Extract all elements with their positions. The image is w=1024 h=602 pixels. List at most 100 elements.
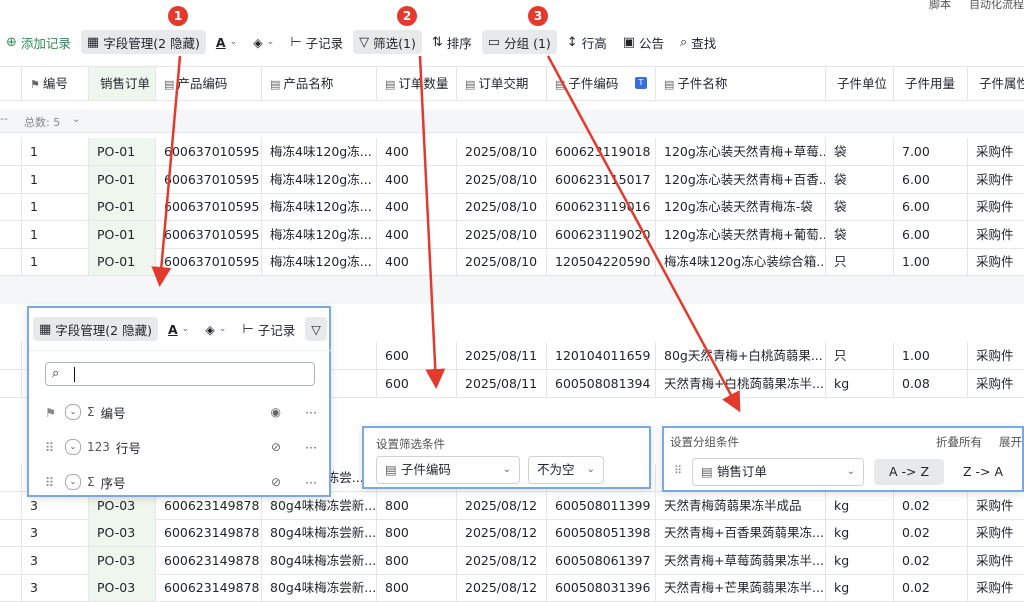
table-cell[interactable]: 梅冻4味120g冻... [262, 248, 377, 275]
table-cell[interactable]: 120g冻心装天然青梅+葡萄... [656, 220, 826, 248]
filter-field-select[interactable]: ▤ 子件编码 ⌄ [376, 456, 520, 484]
table-cell[interactable]: 600 [377, 342, 457, 369]
table-cell[interactable]: 天然青梅+百香果蒟蒻果冻... [656, 519, 826, 546]
column-header[interactable]: ▤ 订单数量 [377, 67, 457, 100]
table-cell[interactable]: kg [826, 491, 894, 519]
panel-field-manage-button[interactable]: ▦ 字段管理(2 隐藏) [33, 317, 158, 341]
table-cell[interactable]: 600623115017 [547, 165, 656, 193]
more-icon[interactable]: ··· [305, 405, 317, 420]
table-cell[interactable]: kg [826, 369, 894, 397]
table-cell[interactable]: 1 [22, 248, 89, 275]
table-cell[interactable]: 采购件 [968, 166, 1024, 193]
table-cell[interactable]: 400 [377, 165, 457, 193]
table-cell[interactable]: 1.00 [894, 248, 968, 275]
table-cell[interactable]: 120104011659 [547, 342, 656, 369]
table-cell[interactable]: 2025/08/12 [457, 519, 547, 546]
table-cell[interactable]: 只 [826, 248, 894, 275]
panel-text-color-button[interactable]: A ⌄ [162, 317, 195, 341]
table-cell[interactable]: 400 [377, 138, 457, 165]
column-header[interactable]: ▤ 产品编码 [156, 67, 262, 100]
table-cell[interactable]: 袋 [826, 220, 894, 248]
table-cell[interactable]: 天然青梅+白桃蒟蒻果冻半... [656, 369, 826, 397]
eye-off-icon[interactable]: ⊘ [271, 475, 281, 489]
table-cell[interactable]: PO-01 [89, 138, 156, 165]
table-cell[interactable]: PO-01 [89, 220, 156, 248]
table-cell[interactable]: 400 [377, 193, 457, 220]
table-cell[interactable]: 120g冻心装天然青梅+草莓... [656, 138, 826, 165]
table-cell[interactable]: 600623119016 [547, 193, 656, 220]
table-cell[interactable]: 800 [377, 519, 457, 546]
column-header[interactable]: 子件用量 [894, 67, 968, 100]
table-cell[interactable]: 梅冻4味120g冻心装综合箱... [656, 248, 826, 275]
table-cell[interactable]: 1 [22, 138, 89, 165]
table-cell[interactable]: 120504220590 [547, 248, 656, 275]
table-cell[interactable]: 2025/08/12 [457, 546, 547, 574]
table-cell[interactable]: 80g4味梅冻尝新... [262, 546, 377, 574]
table-cell[interactable]: 1 [22, 165, 89, 193]
add-record-button[interactable]: ⊕ 添加记录 [0, 30, 77, 54]
table-cell[interactable]: 600637010595 [156, 193, 262, 220]
table-cell[interactable]: 2025/08/10 [457, 220, 547, 248]
drag-handle-icon[interactable]: ⠿ [45, 440, 59, 455]
table-cell[interactable]: 梅冻4味120g冻... [262, 138, 377, 165]
script-menu[interactable]: 脚本 [929, 0, 951, 11]
table-cell[interactable]: 采购件 [968, 248, 1024, 275]
table-cell[interactable]: 2025/08/10 [457, 248, 547, 275]
sub-record-button[interactable]: ⊢ 子记录 [284, 30, 349, 54]
find-button[interactable]: ⌕ 查找 [674, 30, 722, 54]
table-row[interactable]: 1 PO-01 600637010595 梅冻4味120g冻... 400 2025/08… [0, 138, 1024, 166]
field-manage-button[interactable]: ▦ 字段管理(2 隐藏) [80, 30, 206, 54]
table-cell[interactable]: 600508011399 [547, 491, 656, 519]
table-cell[interactable]: 采购件 [968, 370, 1024, 397]
table-cell[interactable]: 600637010595 [156, 248, 262, 275]
table-cell[interactable]: 采购件 [968, 193, 1024, 220]
table-cell[interactable]: 600637010595 [156, 165, 262, 193]
column-header[interactable]: ⚑ 编号 [22, 67, 89, 100]
automation-menu[interactable]: 自动化流程 [969, 0, 1024, 11]
sort-asc-button[interactable]: A -> Z [874, 459, 944, 485]
table-cell[interactable]: 只 [826, 342, 894, 369]
table-row[interactable]: 1 PO-01 600637010595 梅冻4味120g冻... 400 2025/08… [0, 220, 1024, 249]
panel-sub-record-button[interactable]: ⊢ 子记录 [236, 317, 301, 341]
table-cell[interactable]: 0.02 [894, 491, 968, 519]
filter-operator-select[interactable]: 不为空 ⌄ [528, 456, 604, 484]
table-cell[interactable]: 6.00 [894, 165, 968, 193]
drag-handle-icon[interactable]: ⠿ [45, 475, 59, 490]
table-cell[interactable]: 天然青梅+草莓蒟蒻果冻半... [656, 546, 826, 574]
table-cell[interactable]: PO-01 [89, 165, 156, 193]
table-cell[interactable]: 2025/08/10 [457, 165, 547, 193]
table-cell[interactable]: 采购件 [968, 547, 1024, 574]
table-cell[interactable]: 采购件 [968, 138, 1024, 165]
table-cell[interactable]: 2025/08/10 [457, 138, 547, 165]
table-cell[interactable]: 6.00 [894, 193, 968, 220]
table-row[interactable]: 1 PO-01 600637010595 梅冻4味120g冻... 400 2025/08… [0, 165, 1024, 194]
table-cell[interactable]: 0.02 [894, 546, 968, 574]
fill-color-button[interactable]: ◈ ⌄ [247, 30, 280, 54]
table-cell[interactable]: 袋 [826, 138, 894, 165]
table-cell[interactable]: 600508061397 [547, 546, 656, 574]
column-header[interactable]: ▤ 子件编码 T [547, 67, 656, 100]
text-color-button[interactable]: A ⌄ [210, 30, 243, 54]
table-cell[interactable]: 6.00 [894, 220, 968, 248]
table-cell[interactable]: 80g4味梅冻尝新... [262, 519, 377, 546]
field-list-item[interactable]: ⚑ ⌄ Σ 编号 ◉ ··· [45, 400, 321, 424]
group-button[interactable]: ▭ 分组 (1) [481, 30, 557, 54]
table-cell[interactable]: 120g冻心装天然青梅冻-袋 [656, 193, 826, 220]
table-cell[interactable]: 600508051398 [547, 519, 656, 546]
table-cell[interactable]: PO-03 [89, 519, 156, 546]
table-cell[interactable]: 600623119020 [547, 220, 656, 248]
table-cell[interactable]: 800 [377, 546, 457, 574]
filter-button[interactable]: ▽ 筛选(1) [353, 30, 422, 54]
column-header[interactable]: 子件属性 [968, 67, 1024, 100]
notice-button[interactable]: ▣ 公告 [617, 30, 670, 54]
table-cell[interactable]: 800 [377, 491, 457, 519]
filter-badge-icon[interactable]: T [635, 77, 647, 89]
drag-handle-icon[interactable]: ⠿ [674, 464, 682, 477]
expand-link[interactable]: 展开 [999, 434, 1022, 450]
table-cell[interactable]: 80g天然青梅+白桃蒟蒻果... [656, 342, 826, 369]
fold-all-link[interactable]: 折叠所有 [936, 434, 982, 450]
table-row[interactable]: 3 PO-03 600623149878 80g4味梅冻尝新... 800 2025/08… [0, 574, 1024, 602]
table-cell[interactable]: 采购件 [968, 221, 1024, 248]
table-cell[interactable]: 1.00 [894, 342, 968, 369]
panel-fill-color-button[interactable]: ◈ ⌄ [199, 317, 232, 341]
